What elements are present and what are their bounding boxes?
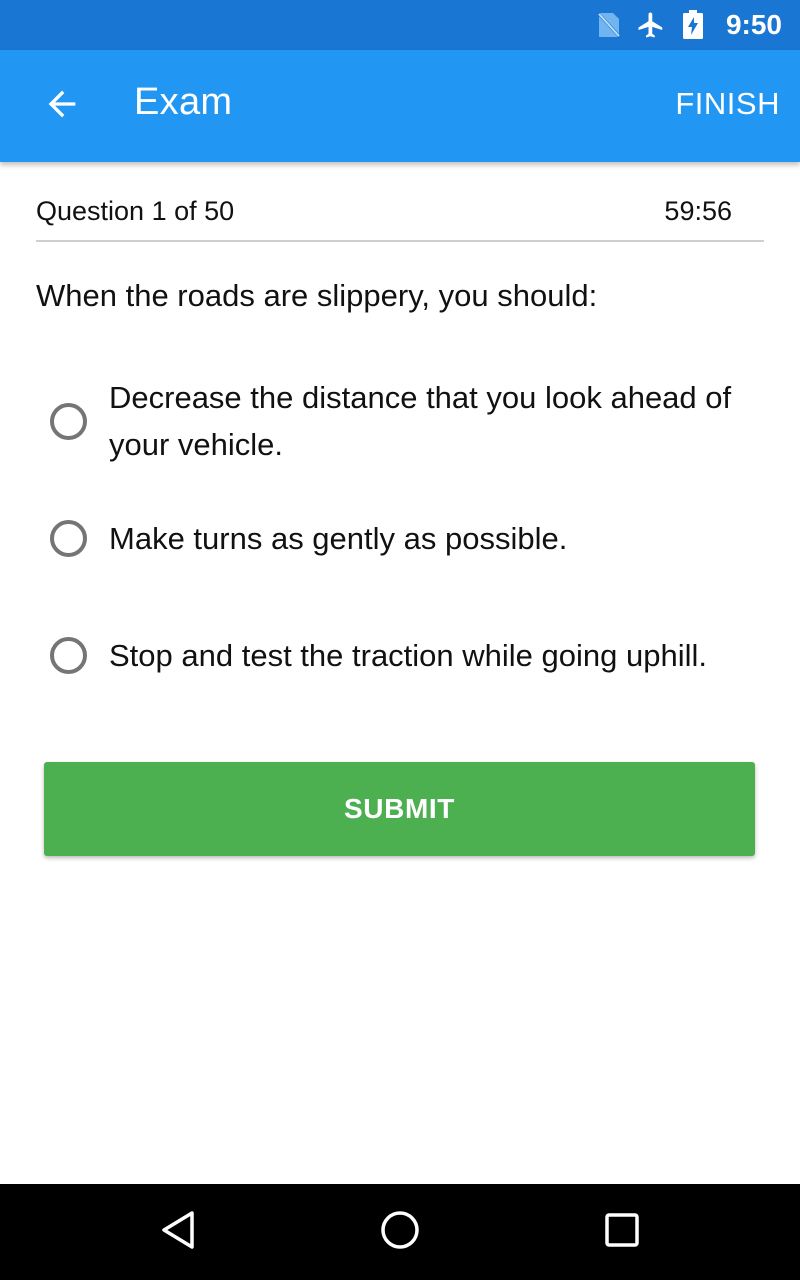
answer-option-3[interactable]: Stop and test the traction while going u… [48,608,748,702]
question-text: When the roads are slippery, you should: [36,278,598,313]
nav-recents-button[interactable] [592,1202,652,1262]
option-label: Decrease the distance that you look ahea… [109,380,732,462]
option-label: Stop and test the traction while going u… [109,637,707,673]
finish-button[interactable]: FINISH [675,86,780,122]
status-bar: 9:50 [0,0,800,50]
nav-home-button[interactable] [370,1202,430,1262]
option-label: Make turns as gently as possible. [109,521,568,556]
back-button[interactable] [36,80,88,132]
answer-option-2[interactable]: Make turns as gently as possible. [48,515,748,562]
airplane-mode-icon [636,10,666,40]
submit-button[interactable]: SUBMIT [44,762,755,856]
radio-button-icon[interactable] [50,636,87,674]
navigation-bar [0,1184,800,1280]
app-bar: Exam FINISH [0,50,800,162]
nav-home-icon [378,1208,422,1257]
page-title: Exam [134,81,233,123]
nav-recents-icon [600,1208,644,1257]
arrow-back-icon [42,84,82,129]
nav-back-button[interactable] [148,1202,208,1262]
answer-option-1[interactable]: Decrease the distance that you look ahea… [48,374,748,468]
nav-back-icon [156,1208,200,1257]
battery-charging-icon [678,10,708,40]
no-sim-icon [594,10,624,40]
question-counter: Question 1 of 50 [36,196,235,226]
radio-button-icon[interactable] [50,402,87,440]
radio-button-icon[interactable] [50,520,87,557]
exam-screen: 9:50 Exam FINISH Question 1 of 50 59:56 … [0,0,800,1280]
status-icons: 9:50 [594,0,782,50]
status-time: 9:50 [725,9,782,40]
exam-timer: 59:56 [664,196,732,226]
question-header: Question 1 of 50 59:56 [36,190,764,242]
